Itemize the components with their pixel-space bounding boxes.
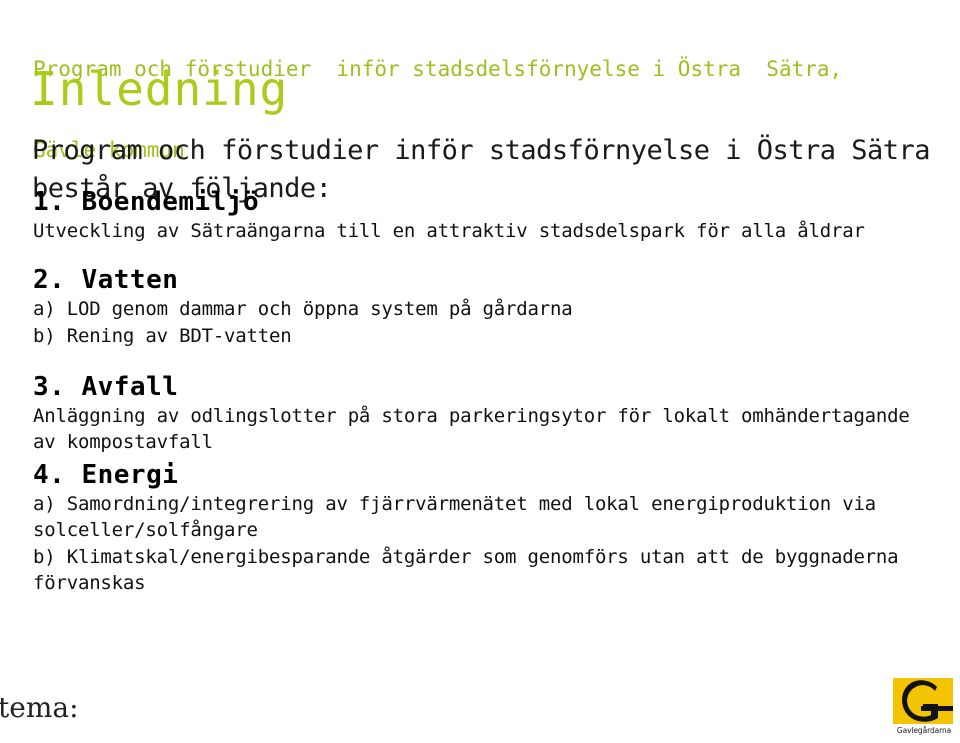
section-boendemiljo: 1. Boendemiljö Utveckling av Sätraängarn…	[33, 186, 943, 244]
tema-label: tema:	[0, 691, 79, 724]
gavlegardarna-logo-icon	[893, 678, 953, 724]
section-heading: 3. Avfall	[33, 372, 179, 402]
section-heading: 4. Energi	[33, 460, 179, 490]
logo-block: Gavlegårdarna	[893, 678, 957, 740]
section-heading: 2. Vatten	[33, 265, 179, 295]
section-list: 1. Boendemiljö Utveckling av Sätraängarn…	[33, 186, 943, 596]
section-vatten: 2. Vatten a) LOD genom dammar och öppna …	[33, 264, 943, 349]
section-heading: 1. Boendemiljö	[33, 187, 260, 217]
section-body: Utveckling av Sätraängarna till en attra…	[33, 220, 865, 242]
section-item: a) LOD genom dammar och öppna system på …	[33, 298, 573, 320]
section-item: b) Rening av BDT-vatten	[33, 325, 292, 347]
section-energi: 4. Energi a) Samordning/integrering av f…	[33, 459, 943, 596]
page-title: Inledning	[30, 62, 289, 116]
section-item: a) Samordning/integrering av fjärrvärmen…	[33, 493, 888, 541]
section-avfall: 3. Avfall Anläggning av odlingslotter på…	[33, 371, 943, 455]
logo-caption: Gavlegårdarna	[896, 726, 952, 735]
section-item: b) Klimatskal/energibesparande åtgärder …	[33, 546, 910, 594]
section-body: Anläggning av odlingslotter på stora par…	[33, 405, 921, 453]
presentation-slide: Program och förstudier inför stadsdelsfö…	[0, 0, 960, 743]
